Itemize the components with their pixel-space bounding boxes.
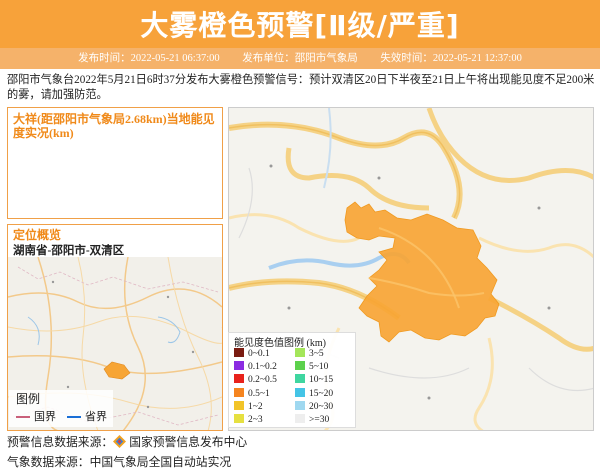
visibility-panel: 大祥(距邵阳市气象局2.68km)当地能见度实况(km) bbox=[7, 107, 223, 219]
visibility-panel-title: 大祥(距邵阳市气象局2.68km)当地能见度实况(km) bbox=[13, 112, 215, 140]
visibility-legend-item: 1~2 bbox=[234, 400, 263, 413]
visibility-legend-label: 5~10 bbox=[309, 362, 329, 373]
warning-title: 大雾橙色预警[Ⅱ级/严重] bbox=[140, 9, 460, 42]
visibility-legend-item: 0.1~0.2 bbox=[234, 361, 277, 373]
visibility-legend-swatch bbox=[295, 361, 305, 371]
map-legend: 图例 国界 省界 bbox=[9, 390, 113, 427]
warning-source-label: 预警信息数据来源： bbox=[7, 435, 114, 449]
visibility-legend-title: 能见度色值图例 (km) bbox=[234, 338, 326, 349]
visibility-legend-item: 2~3 bbox=[234, 414, 263, 426]
visibility-legend: 能见度色值图例 (km) 0~0.1 0.1~0.2 0.2~0.5 0.5~1 1~2… bbox=[228, 332, 356, 428]
visibility-legend-label: 0.1~0.2 bbox=[248, 362, 277, 373]
visibility-legend-swatch bbox=[234, 414, 244, 423]
visibility-legend-item: 10~15 bbox=[295, 374, 333, 386]
warning-center-logo-icon bbox=[113, 435, 127, 448]
visibility-legend-swatch bbox=[295, 374, 305, 384]
visibility-legend-label: >=30 bbox=[309, 415, 330, 425]
publish-time: 发布时间：2022-05-21 06:37:00 bbox=[78, 53, 220, 64]
visibility-legend-swatch bbox=[234, 374, 244, 384]
visibility-legend-label: 20~30 bbox=[309, 401, 334, 412]
expire-time: 失效时间：2022-05-21 12:37:00 bbox=[380, 53, 522, 64]
visibility-legend-label: 10~15 bbox=[309, 375, 334, 386]
national-border-swatch bbox=[16, 416, 30, 418]
visibility-legend-item: 3~5 bbox=[295, 348, 324, 360]
visibility-legend-swatch bbox=[295, 400, 305, 410]
visibility-legend-label: 2~3 bbox=[248, 415, 263, 425]
visibility-legend-swatch bbox=[234, 361, 244, 371]
visibility-legend-swatch bbox=[295, 348, 305, 357]
publisher: 发布单位：邵阳市气象局 bbox=[242, 53, 358, 64]
national-border-label: 国界 bbox=[34, 410, 56, 423]
visibility-legend-label: 3~5 bbox=[309, 349, 324, 359]
visibility-legend-swatch bbox=[234, 400, 244, 410]
visibility-legend-label: 0.2~0.5 bbox=[248, 375, 277, 386]
warning-source: 预警信息数据来源： 国家预警信息发布中心 bbox=[7, 433, 247, 450]
legend-national-border: 国界 bbox=[16, 408, 56, 424]
visibility-legend-swatch bbox=[295, 387, 305, 397]
visibility-legend-item: 15~20 bbox=[295, 387, 334, 400]
visibility-legend-item: 0~0.1 bbox=[234, 348, 270, 360]
visibility-legend-label: 15~20 bbox=[309, 388, 334, 399]
visibility-legend-label: 0.5~1 bbox=[248, 388, 270, 399]
weather-source-value: 中国气象局全国自动站实况 bbox=[89, 455, 232, 469]
visibility-legend-label: 1~2 bbox=[248, 401, 263, 412]
visibility-legend-swatch bbox=[295, 414, 305, 423]
provincial-border-label: 省界 bbox=[85, 410, 107, 423]
warning-description: 邵阳市气象台2022年5月21日6时37分发布大雾橙色预警信号：预计双清区20日… bbox=[7, 74, 595, 101]
visibility-legend-item: 20~30 bbox=[295, 400, 334, 413]
warning-meta-bar: 发布时间：2022-05-21 06:37:00 发布单位：邵阳市气象局 失效时… bbox=[0, 48, 600, 69]
location-panel-title: 定位概览 bbox=[13, 228, 62, 242]
visibility-legend-item: 0.2~0.5 bbox=[234, 374, 277, 386]
location-name: 湖南省-邵阳市-双清区 bbox=[13, 245, 125, 257]
weather-source: 气象数据来源：中国气象局全国自动站实况 bbox=[7, 453, 231, 470]
map-legend-title: 图例 bbox=[16, 392, 41, 406]
visibility-legend-swatch bbox=[234, 387, 244, 397]
weather-source-label: 气象数据来源： bbox=[7, 455, 90, 469]
visibility-legend-item: 0.5~1 bbox=[234, 387, 270, 400]
warning-source-value[interactable]: 国家预警信息发布中心 bbox=[129, 435, 247, 449]
visibility-legend-item: 5~10 bbox=[295, 361, 328, 373]
visibility-legend-item: >=30 bbox=[295, 414, 329, 426]
visibility-legend-swatch bbox=[234, 348, 244, 357]
visibility-legend-label: 0~0.1 bbox=[248, 349, 270, 359]
warning-banner: 大雾橙色预警[Ⅱ级/严重] bbox=[0, 0, 600, 48]
provincial-border-swatch bbox=[67, 416, 81, 418]
legend-provincial-border: 省界 bbox=[67, 408, 107, 424]
